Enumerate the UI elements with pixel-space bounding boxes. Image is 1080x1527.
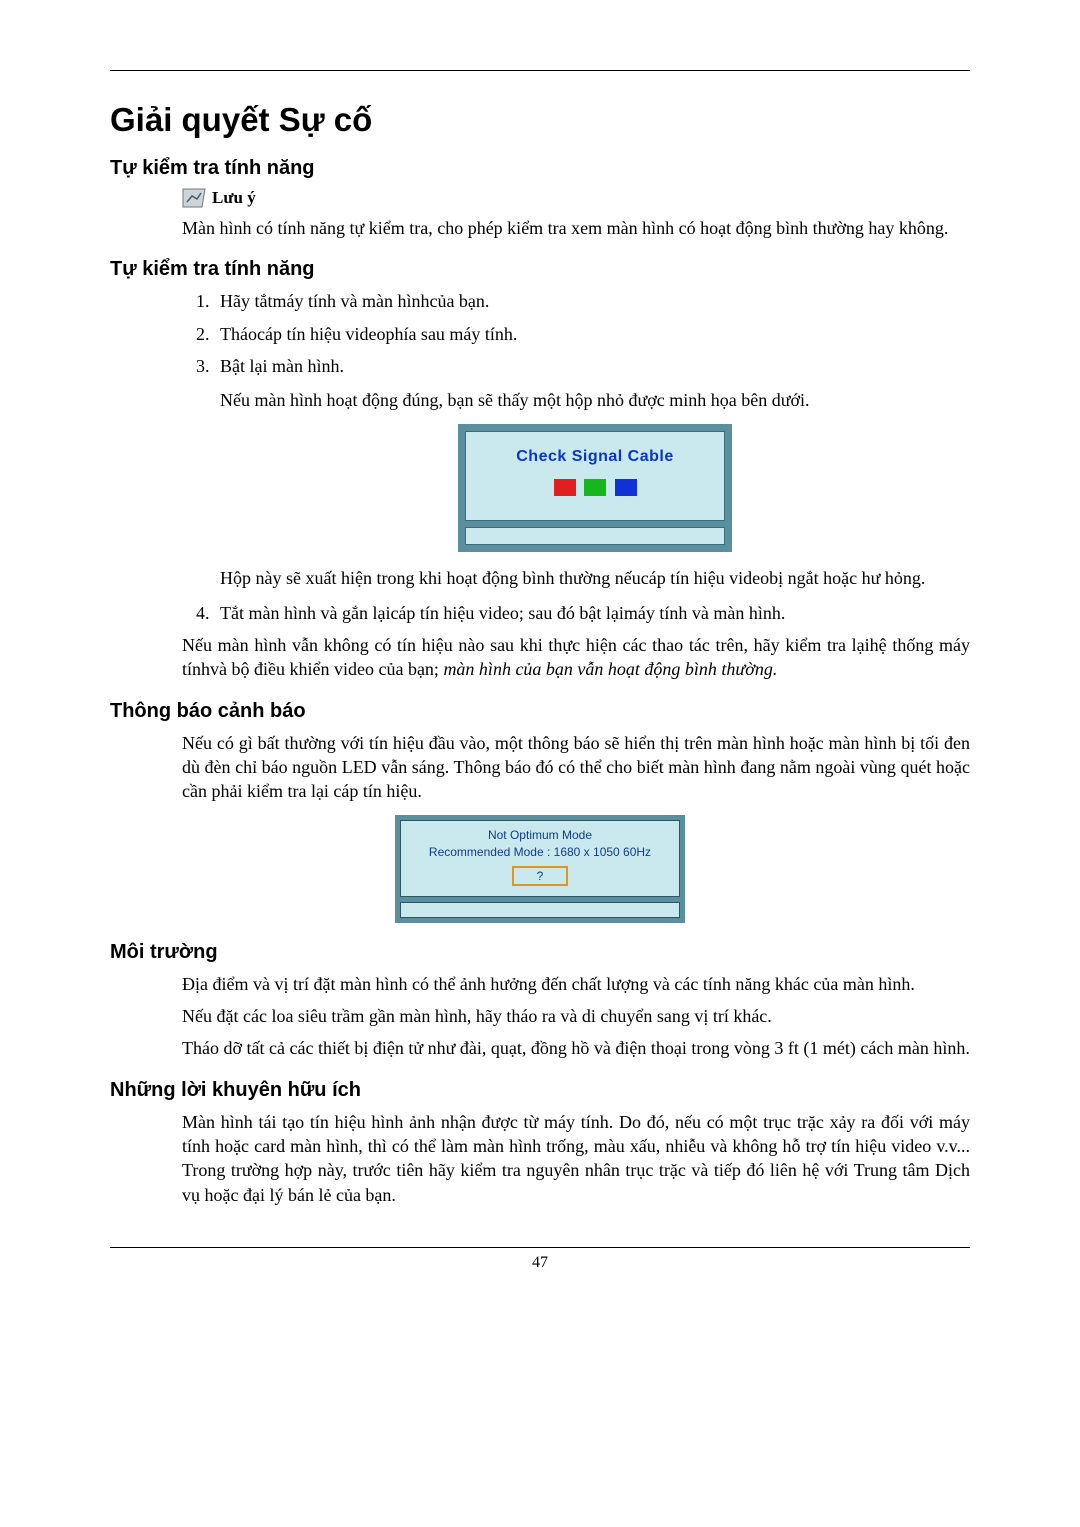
section5-body: Màn hình tái tạo tín hiệu hình ảnh nhận … — [182, 1110, 970, 1207]
section-heading-warning: Thông báo cảnh báo — [110, 700, 970, 723]
section-heading-environment: Môi trường — [110, 941, 970, 964]
section2-after: Nếu màn hình vẫn không có tín hiệu nào s… — [182, 633, 970, 682]
step3-subtext2: Hộp này sẽ xuất hiện trong khi hoạt động… — [220, 566, 970, 590]
optimum-line1: Not Optimum Mode — [405, 827, 675, 843]
figure-optimum-mode: Not Optimum Mode Recommended Mode : 1680… — [110, 815, 970, 922]
note-label: Lưu ý — [212, 188, 256, 208]
green-square-icon — [584, 479, 606, 496]
section4-p3: Tháo dỡ tất cả các thiết bị điện tử như … — [182, 1036, 970, 1060]
step3-subtext: Nếu màn hình hoạt động đúng, bạn sẽ thấy… — [220, 388, 970, 412]
optimum-box: Not Optimum Mode Recommended Mode : 1680… — [395, 815, 685, 922]
check-signal-box: Check Signal Cable — [458, 424, 732, 552]
optimum-strip — [400, 902, 680, 918]
optimum-line2: Recommended Mode : 1680 x 1050 60Hz — [405, 844, 675, 860]
list-item: Tháocáp tín hiệu videophía sau máy tính. — [214, 322, 970, 346]
figure-check-signal: Check Signal Cable — [220, 424, 970, 552]
section4-p2: Nếu đặt các loa siêu trầm gần màn hình, … — [182, 1004, 970, 1028]
section2-after-italic: màn hình của bạn vẫn hoạt động bình thườ… — [443, 659, 777, 679]
divider-top — [110, 70, 970, 71]
step3-text: Bật lại màn hình. — [220, 356, 344, 376]
note-row: Lưu ý — [182, 188, 970, 208]
check-signal-inner: Check Signal Cable — [465, 431, 725, 521]
red-square-icon — [554, 479, 576, 496]
section-heading-tips: Những lời khuyên hữu ích — [110, 1079, 970, 1102]
page-title: Giải quyết Sự cố — [110, 101, 970, 139]
check-signal-strip — [465, 527, 725, 545]
section4-p1: Địa điểm và vị trí đặt màn hình có thể ả… — [182, 972, 970, 996]
check-signal-text: Check Signal Cable — [472, 446, 718, 468]
section-heading-self-test-2: Tự kiểm tra tính năng — [110, 258, 970, 281]
page-number: 47 — [110, 1254, 970, 1272]
section3-body: Nếu có gì bất thường với tín hiệu đầu và… — [182, 731, 970, 804]
optimum-inner: Not Optimum Mode Recommended Mode : 1680… — [400, 820, 680, 896]
blue-square-icon — [615, 479, 637, 496]
divider-bottom — [110, 1247, 970, 1248]
document-page: Giải quyết Sự cố Tự kiểm tra tính năng L… — [0, 0, 1080, 1527]
list-item: Tắt màn hình và gắn lạicáp tín hiệu vide… — [214, 601, 970, 625]
optimum-help-button: ? — [512, 866, 568, 886]
section-heading-self-test-1: Tự kiểm tra tính năng — [110, 157, 970, 180]
steps-list: Hãy tắtmáy tính và màn hìnhcủa bạn. Tháo… — [182, 289, 970, 625]
rgb-squares — [472, 478, 718, 502]
list-item: Hãy tắtmáy tính và màn hìnhcủa bạn. — [214, 289, 970, 313]
section1-body: Màn hình có tính năng tự kiểm tra, cho p… — [182, 216, 970, 240]
list-item: Bật lại màn hình. Nếu màn hình hoạt động… — [214, 354, 970, 591]
note-icon — [182, 188, 206, 208]
